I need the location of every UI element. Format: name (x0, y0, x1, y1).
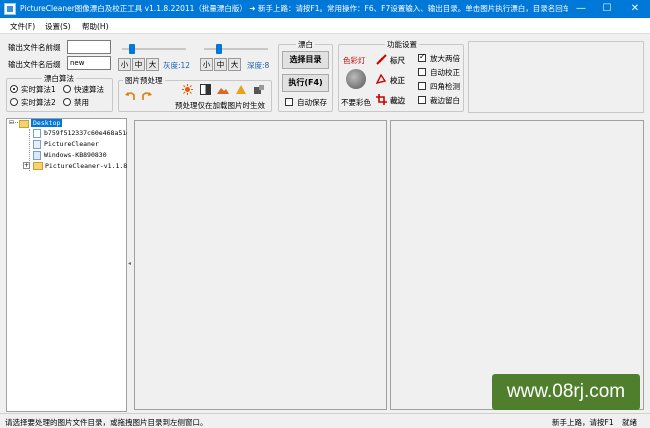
double-size-checkbox[interactable] (418, 52, 426, 62)
color-lamp-label: 色彩灯 (343, 56, 366, 65)
watermark: www.08rj.com (492, 374, 640, 410)
mountain-icon[interactable] (217, 84, 229, 95)
correct-icon[interactable] (376, 74, 387, 85)
menu-settings[interactable]: 设置(S) (45, 21, 71, 32)
brightness-value: 灰度:12 (163, 61, 191, 70)
folder-tree[interactable]: ⊟ Desktop b759f512337c60e468a51e Picture… (6, 118, 131, 412)
menu-file[interactable]: 文件(F) (10, 21, 35, 32)
contrast-icon[interactable] (200, 84, 211, 95)
toolbar: 输出文件名前缀 输出文件名后缀 new 漂白算法 实时算法1 快速算法 实时算法… (0, 34, 650, 116)
menu-bar: 文件(F) 设置(S) 帮助(H) (0, 18, 650, 34)
menu-help[interactable]: 帮助(H) (82, 21, 109, 32)
corner-detect-checkbox[interactable] (418, 82, 426, 90)
title-bar[interactable]: PictureCleaner图像漂白及校正工具 v1.1.8.22011（批量漂… (0, 0, 650, 18)
auto-correct-label: 自动校正 (430, 68, 460, 77)
splitter-arrow-icon[interactable]: ◂ (128, 260, 131, 267)
depth-medium-button[interactable]: 中 (214, 58, 227, 71)
brightness-icon[interactable] (182, 84, 193, 95)
depth-slider[interactable] (200, 42, 272, 56)
brightness-large-button[interactable]: 大 (146, 58, 159, 71)
algorithm-label-fast: 快速算法 (74, 85, 104, 94)
tree-item[interactable]: Windows-KB890830 (44, 151, 107, 159)
auto-correct-checkbox[interactable] (418, 68, 426, 76)
tree-collapse-icon[interactable]: ⊟ (9, 119, 14, 126)
crop-margin-checkbox[interactable] (418, 96, 426, 104)
tree-item[interactable]: PictureCleaner (44, 140, 99, 148)
brightness-slider[interactable] (118, 42, 190, 56)
tree-item[interactable]: PictureCleaner-v1.1.8. (45, 162, 131, 170)
algorithm-title: 漂白算法 (42, 73, 76, 84)
algorithm-label-disable: 禁用 (74, 98, 89, 107)
app-icon (4, 3, 16, 15)
correct-label[interactable]: 校正 (390, 75, 405, 86)
crop-icon[interactable] (376, 94, 387, 105)
preprocess-note: 预处理仅在加载图片时生效 (175, 101, 265, 110)
redo-icon[interactable] (141, 90, 153, 102)
algorithm-label-realtime1: 实时算法1 (21, 85, 56, 94)
app-file-icon (33, 140, 41, 149)
brightness-small-button[interactable]: 小 (118, 58, 131, 71)
depth-small-button[interactable]: 小 (200, 58, 213, 71)
algorithm-radio-fast[interactable] (63, 85, 71, 93)
window-title: PictureCleaner图像漂白及校正工具 v1.1.8.22011（批量漂… (20, 4, 568, 13)
algorithm-radio-disable[interactable] (63, 98, 71, 106)
close-button[interactable]: ✕ (622, 0, 648, 18)
file-icon (33, 129, 41, 138)
corner-detect-label: 四角检测 (430, 82, 460, 91)
ruler-icon[interactable] (376, 54, 387, 65)
tree-root-desktop[interactable]: Desktop (31, 119, 63, 127)
suffix-input[interactable]: new (67, 56, 111, 70)
undo-icon[interactable] (124, 90, 136, 102)
bleach-title: 漂白 (296, 39, 315, 50)
depth-large-button[interactable]: 大 (228, 58, 241, 71)
execute-button[interactable]: 执行(F4) (282, 74, 329, 92)
brightness-medium-button[interactable]: 中 (132, 58, 145, 71)
folder-icon (33, 162, 43, 170)
status-ready: 就绪 (622, 418, 637, 427)
status-message: 请选择要处理的图片文件目录，或拖拽图片目录到左侧窗口。 (5, 418, 208, 427)
result-image-pane[interactable] (390, 120, 644, 410)
triangle-icon[interactable] (235, 84, 247, 95)
app-file-icon (33, 151, 41, 160)
select-directory-button[interactable]: 选择目录 (282, 51, 329, 69)
algorithm-radio-realtime2[interactable] (10, 98, 18, 106)
preview-box (468, 41, 644, 113)
paint-icon[interactable] (253, 84, 265, 95)
status-hint: 新手上路，请按F1 (552, 418, 614, 427)
depth-value: 深度:8 (247, 61, 270, 70)
prefix-label: 输出文件名前缀 (8, 43, 61, 52)
depth-slider-thumb[interactable] (216, 44, 222, 54)
ruler-label[interactable]: 标尺 (390, 55, 405, 66)
tree-expand-icon[interactable]: + (23, 162, 30, 169)
folder-icon (19, 120, 29, 128)
color-lamp-indicator[interactable] (346, 69, 366, 89)
suffix-label: 输出文件名后缀 (8, 60, 61, 69)
crop-label[interactable]: 裁边 (390, 95, 405, 106)
source-image-pane[interactable] (134, 120, 387, 410)
tree-item[interactable]: b759f512337c60e468a51e (44, 129, 130, 137)
autosave-checkbox[interactable] (285, 98, 293, 106)
preprocess-title: 图片预处理 (123, 75, 165, 86)
double-size-label: 放大两倍 (430, 54, 460, 63)
status-bar: 请选择要处理的图片文件目录，或拖拽图片目录到左侧窗口。 新手上路，请按F1 就绪 (0, 413, 650, 428)
prefix-input[interactable] (67, 40, 111, 54)
algorithm-radio-realtime1[interactable] (10, 85, 18, 93)
features-title: 功能设置 (385, 39, 419, 50)
maximize-button[interactable]: ☐ (594, 0, 620, 18)
minimize-button[interactable]: — (568, 0, 594, 18)
algorithm-label-realtime2: 实时算法2 (21, 98, 56, 107)
pane-splitter[interactable]: ◂ (127, 118, 133, 412)
brightness-slider-thumb[interactable] (129, 44, 135, 54)
crop-margin-label: 裁边留白 (430, 96, 460, 105)
autosave-label: 自动保存 (297, 98, 327, 107)
no-color-label: 不要彩色 (341, 98, 371, 107)
